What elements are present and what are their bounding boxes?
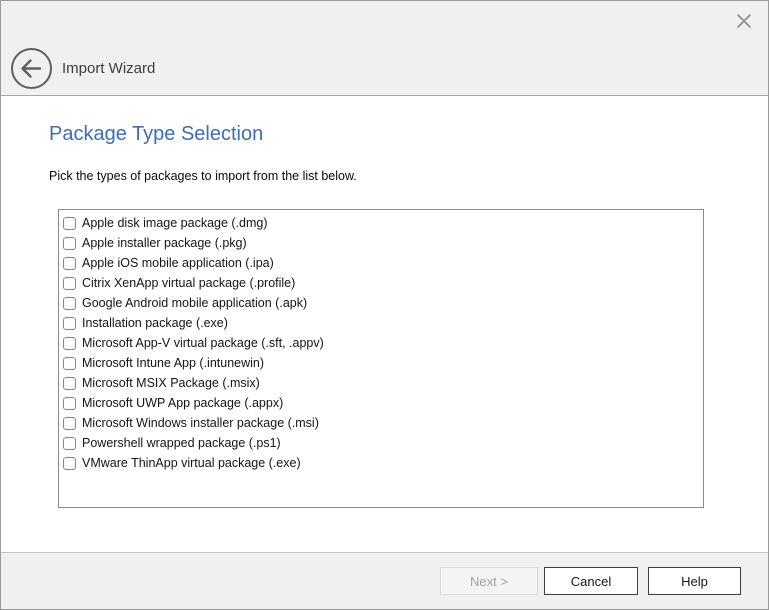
header-back-title: Import Wizard [10,47,155,90]
package-row[interactable]: Apple disk image package (.dmg) [59,213,703,233]
package-row[interactable]: Google Android mobile application (.apk) [59,293,703,313]
checkbox-icon[interactable] [63,297,76,310]
checkbox-icon[interactable] [63,277,76,290]
checkbox-icon[interactable] [63,257,76,270]
help-button[interactable]: Help [648,567,741,595]
footer: Next > Cancel Help [1,552,768,609]
package-label: Microsoft UWP App package (.appx) [82,396,283,410]
next-button[interactable]: Next > [440,567,538,595]
checkbox-icon[interactable] [63,337,76,350]
checkbox-icon[interactable] [63,237,76,250]
package-row[interactable]: Apple iOS mobile application (.ipa) [59,253,703,273]
package-row[interactable]: Microsoft MSIX Package (.msix) [59,373,703,393]
package-label: VMware ThinApp virtual package (.exe) [82,456,301,470]
package-row[interactable]: Microsoft UWP App package (.appx) [59,393,703,413]
import-wizard-window: Import Wizard Package Type Selection Pic… [0,0,769,610]
checkbox-icon[interactable] [63,317,76,330]
checkbox-icon[interactable] [63,397,76,410]
checkbox-icon[interactable] [63,357,76,370]
package-label: Apple iOS mobile application (.ipa) [82,256,274,270]
package-row[interactable]: Microsoft Intune App (.intunewin) [59,353,703,373]
close-button[interactable] [730,7,758,35]
package-label: Microsoft Windows installer package (.ms… [82,416,319,430]
back-arrow-icon [10,47,53,90]
package-row[interactable]: Citrix XenApp virtual package (.profile) [59,273,703,293]
package-row[interactable]: Microsoft Windows installer package (.ms… [59,413,703,433]
checkbox-icon[interactable] [63,417,76,430]
package-label: Microsoft MSIX Package (.msix) [82,376,260,390]
checkbox-icon[interactable] [63,437,76,450]
package-type-list: Apple disk image package (.dmg) Apple in… [58,209,704,508]
package-row[interactable]: VMware ThinApp virtual package (.exe) [59,453,703,473]
package-row[interactable]: Microsoft App-V virtual package (.sft, .… [59,333,703,353]
package-row[interactable]: Installation package (.exe) [59,313,703,333]
package-label: Powershell wrapped package (.ps1) [82,436,281,450]
cancel-button[interactable]: Cancel [544,567,638,595]
package-label: Citrix XenApp virtual package (.profile) [82,276,295,290]
package-label: Apple disk image package (.dmg) [82,216,268,230]
page-title: Package Type Selection [49,123,263,146]
package-label: Microsoft Intune App (.intunewin) [82,356,264,370]
close-icon [736,13,752,29]
header: Import Wizard [1,1,768,96]
package-label: Installation package (.exe) [82,316,228,330]
checkbox-icon[interactable] [63,377,76,390]
package-label: Microsoft App-V virtual package (.sft, .… [82,336,324,350]
checkbox-icon[interactable] [63,457,76,470]
wizard-title: Import Wizard [62,60,155,77]
back-button[interactable] [10,47,53,90]
checkbox-icon[interactable] [63,217,76,230]
package-label: Google Android mobile application (.apk) [82,296,307,310]
package-label: Apple installer package (.pkg) [82,236,247,250]
package-row[interactable]: Powershell wrapped package (.ps1) [59,433,703,453]
package-row[interactable]: Apple installer package (.pkg) [59,233,703,253]
page-subtitle: Pick the types of packages to import fro… [49,169,357,183]
